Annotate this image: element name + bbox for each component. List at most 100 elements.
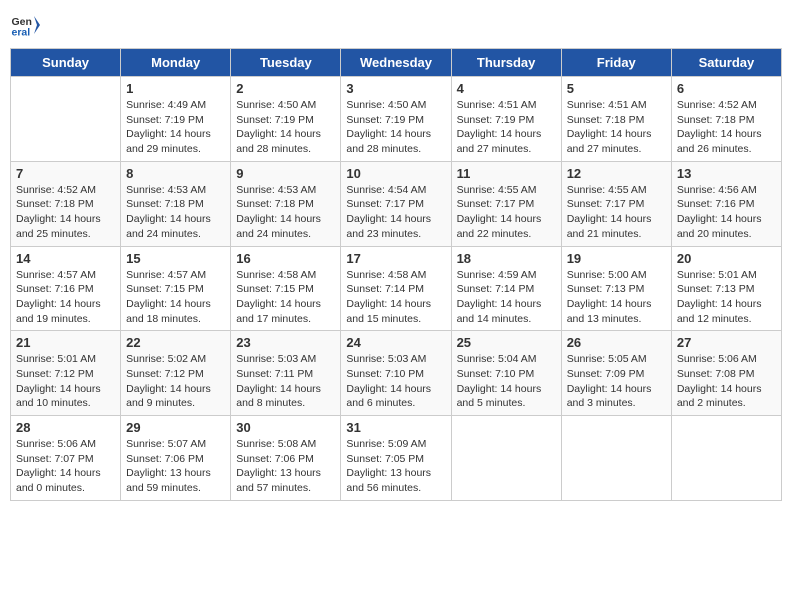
- svg-text:eral: eral: [12, 27, 31, 39]
- day-info: Sunrise: 4:50 AM Sunset: 7:19 PM Dayligh…: [346, 98, 445, 157]
- day-number: 8: [126, 166, 225, 181]
- week-row: 21 Sunrise: 5:01 AM Sunset: 7:12 PM Dayli…: [11, 331, 782, 416]
- day-info: Sunrise: 4:55 AM Sunset: 7:17 PM Dayligh…: [457, 183, 556, 242]
- day-info: Sunrise: 4:51 AM Sunset: 7:18 PM Dayligh…: [567, 98, 666, 157]
- day-number: 21: [16, 335, 115, 350]
- day-number: 22: [126, 335, 225, 350]
- day-number: 26: [567, 335, 666, 350]
- day-cell: 4 Sunrise: 4:51 AM Sunset: 7:19 PM Daylig…: [451, 77, 561, 162]
- day-number: 24: [346, 335, 445, 350]
- day-info: Sunrise: 4:49 AM Sunset: 7:19 PM Dayligh…: [126, 98, 225, 157]
- day-cell: 17 Sunrise: 4:58 AM Sunset: 7:14 PM Dayli…: [341, 246, 451, 331]
- day-cell: 16 Sunrise: 4:58 AM Sunset: 7:15 PM Dayli…: [231, 246, 341, 331]
- day-info: Sunrise: 4:58 AM Sunset: 7:14 PM Dayligh…: [346, 268, 445, 327]
- day-number: 29: [126, 420, 225, 435]
- day-info: Sunrise: 5:02 AM Sunset: 7:12 PM Dayligh…: [126, 352, 225, 411]
- day-number: 13: [677, 166, 776, 181]
- day-number: 15: [126, 251, 225, 266]
- day-cell: 26 Sunrise: 5:05 AM Sunset: 7:09 PM Dayli…: [561, 331, 671, 416]
- day-info: Sunrise: 5:05 AM Sunset: 7:09 PM Dayligh…: [567, 352, 666, 411]
- day-number: 1: [126, 81, 225, 96]
- weekday-header: Sunday: [11, 49, 121, 77]
- day-cell: 8 Sunrise: 4:53 AM Sunset: 7:18 PM Daylig…: [121, 161, 231, 246]
- day-cell: 22 Sunrise: 5:02 AM Sunset: 7:12 PM Dayli…: [121, 331, 231, 416]
- day-cell: 27 Sunrise: 5:06 AM Sunset: 7:08 PM Dayli…: [671, 331, 781, 416]
- day-cell: 31Sunrise: 5:09 AM Sunset: 7:05 PM Dayli…: [341, 416, 451, 501]
- day-cell: 5 Sunrise: 4:51 AM Sunset: 7:18 PM Daylig…: [561, 77, 671, 162]
- day-cell: 23Sunrise: 5:03 AM Sunset: 7:11 PM Dayli…: [231, 331, 341, 416]
- day-number: 23: [236, 335, 335, 350]
- day-number: 4: [457, 81, 556, 96]
- day-info: Sunrise: 4:50 AM Sunset: 7:19 PM Dayligh…: [236, 98, 335, 157]
- day-cell: 11 Sunrise: 4:55 AM Sunset: 7:17 PM Dayli…: [451, 161, 561, 246]
- day-info: Sunrise: 4:59 AM Sunset: 7:14 PM Dayligh…: [457, 268, 556, 327]
- day-cell: 2 Sunrise: 4:50 AM Sunset: 7:19 PM Daylig…: [231, 77, 341, 162]
- weekday-header: Monday: [121, 49, 231, 77]
- day-cell: [561, 416, 671, 501]
- day-cell: [11, 77, 121, 162]
- day-cell: 19Sunrise: 5:00 AM Sunset: 7:13 PM Dayli…: [561, 246, 671, 331]
- day-info: Sunrise: 4:57 AM Sunset: 7:16 PM Dayligh…: [16, 268, 115, 327]
- day-number: 7: [16, 166, 115, 181]
- day-number: 9: [236, 166, 335, 181]
- day-cell: [451, 416, 561, 501]
- day-cell: 7 Sunrise: 4:52 AM Sunset: 7:18 PM Daylig…: [11, 161, 121, 246]
- day-cell: 21 Sunrise: 5:01 AM Sunset: 7:12 PM Dayli…: [11, 331, 121, 416]
- day-number: 27: [677, 335, 776, 350]
- day-number: 5: [567, 81, 666, 96]
- day-info: Sunrise: 4:53 AM Sunset: 7:18 PM Dayligh…: [126, 183, 225, 242]
- day-cell: 14 Sunrise: 4:57 AM Sunset: 7:16 PM Dayli…: [11, 246, 121, 331]
- day-info: Sunrise: 4:51 AM Sunset: 7:19 PM Dayligh…: [457, 98, 556, 157]
- calendar: SundayMondayTuesdayWednesdayThursdayFrid…: [10, 48, 782, 501]
- day-cell: 18 Sunrise: 4:59 AM Sunset: 7:14 PM Dayli…: [451, 246, 561, 331]
- day-number: 14: [16, 251, 115, 266]
- day-number: 12: [567, 166, 666, 181]
- day-cell: 13 Sunrise: 4:56 AM Sunset: 7:16 PM Dayli…: [671, 161, 781, 246]
- day-cell: 3 Sunrise: 4:50 AM Sunset: 7:19 PM Daylig…: [341, 77, 451, 162]
- day-info: Sunrise: 4:52 AM Sunset: 7:18 PM Dayligh…: [16, 183, 115, 242]
- logo: Gen eral: [10, 10, 44, 40]
- day-cell: 24Sunrise: 5:03 AM Sunset: 7:10 PM Dayli…: [341, 331, 451, 416]
- day-number: 17: [346, 251, 445, 266]
- logo-icon: Gen eral: [10, 10, 40, 40]
- day-info: Sunrise: 5:06 AM Sunset: 7:07 PM Dayligh…: [16, 437, 115, 496]
- day-info: Sunrise: 5:08 AM Sunset: 7:06 PM Dayligh…: [236, 437, 335, 496]
- week-row: 28 Sunrise: 5:06 AM Sunset: 7:07 PM Dayli…: [11, 416, 782, 501]
- day-number: 28: [16, 420, 115, 435]
- day-cell: 28 Sunrise: 5:06 AM Sunset: 7:07 PM Dayli…: [11, 416, 121, 501]
- day-number: 16: [236, 251, 335, 266]
- day-info: Sunrise: 4:56 AM Sunset: 7:16 PM Dayligh…: [677, 183, 776, 242]
- day-number: 19: [567, 251, 666, 266]
- day-number: 3: [346, 81, 445, 96]
- week-row: 1 Sunrise: 4:49 AM Sunset: 7:19 PM Daylig…: [11, 77, 782, 162]
- day-info: Sunrise: 4:57 AM Sunset: 7:15 PM Dayligh…: [126, 268, 225, 327]
- day-number: 10: [346, 166, 445, 181]
- week-row: 14 Sunrise: 4:57 AM Sunset: 7:16 PM Dayli…: [11, 246, 782, 331]
- day-cell: 25 Sunrise: 5:04 AM Sunset: 7:10 PM Dayli…: [451, 331, 561, 416]
- day-info: Sunrise: 5:01 AM Sunset: 7:13 PM Dayligh…: [677, 268, 776, 327]
- day-number: 18: [457, 251, 556, 266]
- weekday-header: Thursday: [451, 49, 561, 77]
- day-info: Sunrise: 5:04 AM Sunset: 7:10 PM Dayligh…: [457, 352, 556, 411]
- day-cell: 6Sunrise: 4:52 AM Sunset: 7:18 PM Daylig…: [671, 77, 781, 162]
- day-cell: 20Sunrise: 5:01 AM Sunset: 7:13 PM Dayli…: [671, 246, 781, 331]
- weekday-header: Tuesday: [231, 49, 341, 77]
- day-info: Sunrise: 5:06 AM Sunset: 7:08 PM Dayligh…: [677, 352, 776, 411]
- day-cell: [671, 416, 781, 501]
- day-info: Sunrise: 5:01 AM Sunset: 7:12 PM Dayligh…: [16, 352, 115, 411]
- week-row: 7 Sunrise: 4:52 AM Sunset: 7:18 PM Daylig…: [11, 161, 782, 246]
- day-info: Sunrise: 4:54 AM Sunset: 7:17 PM Dayligh…: [346, 183, 445, 242]
- day-number: 31: [346, 420, 445, 435]
- day-cell: 15 Sunrise: 4:57 AM Sunset: 7:15 PM Dayli…: [121, 246, 231, 331]
- day-cell: 9Sunrise: 4:53 AM Sunset: 7:18 PM Daylig…: [231, 161, 341, 246]
- day-info: Sunrise: 4:52 AM Sunset: 7:18 PM Dayligh…: [677, 98, 776, 157]
- day-cell: 30Sunrise: 5:08 AM Sunset: 7:06 PM Dayli…: [231, 416, 341, 501]
- day-info: Sunrise: 4:58 AM Sunset: 7:15 PM Dayligh…: [236, 268, 335, 327]
- day-number: 2: [236, 81, 335, 96]
- day-info: Sunrise: 4:55 AM Sunset: 7:17 PM Dayligh…: [567, 183, 666, 242]
- day-info: Sunrise: 5:07 AM Sunset: 7:06 PM Dayligh…: [126, 437, 225, 496]
- weekday-header: Friday: [561, 49, 671, 77]
- weekday-header: Wednesday: [341, 49, 451, 77]
- day-number: 11: [457, 166, 556, 181]
- day-number: 25: [457, 335, 556, 350]
